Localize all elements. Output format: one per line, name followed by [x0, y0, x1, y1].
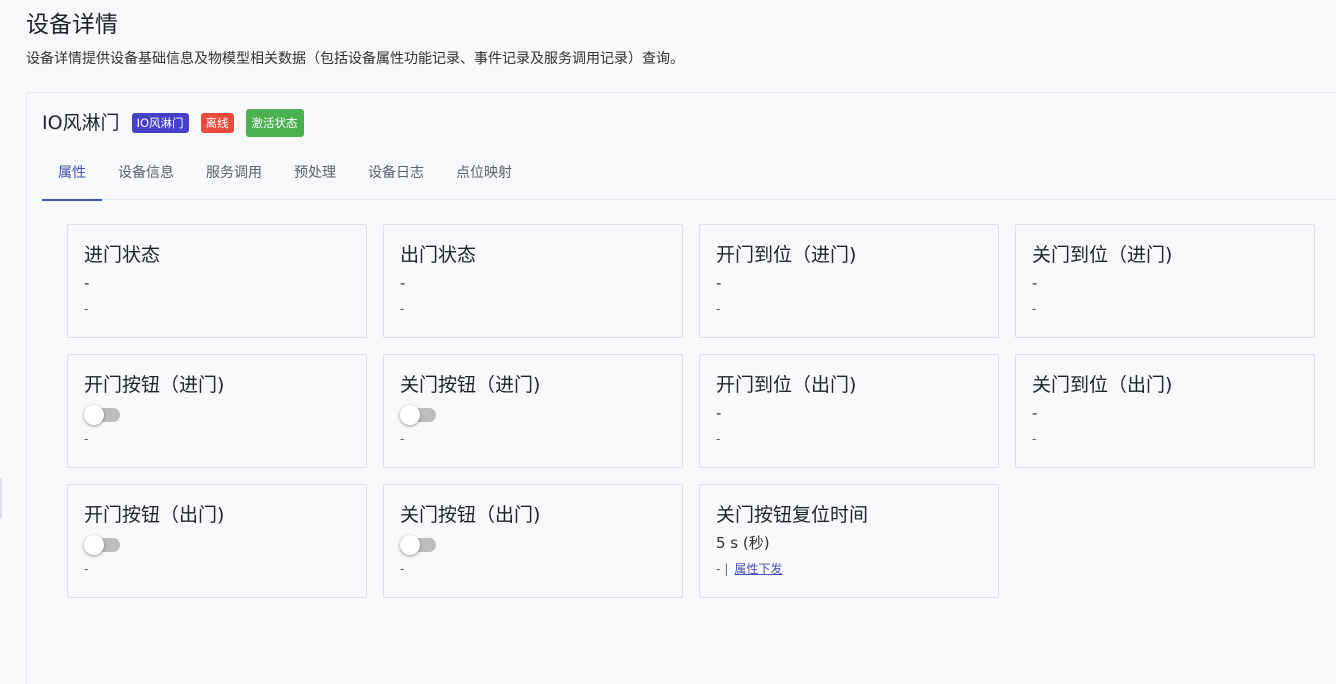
property-card: 关门按钮（进门) - — [383, 354, 683, 468]
property-card: 关门按钮复位时间 5 s (秒) - | 属性下发 — [699, 484, 999, 598]
property-value: - — [1032, 274, 1038, 292]
property-footer: - — [400, 302, 405, 316]
property-footer: - — [84, 302, 89, 316]
tab-properties[interactable]: 属性 — [42, 153, 102, 201]
property-title: 关门到位（进门) — [1032, 244, 1173, 266]
property-value: - — [716, 274, 722, 292]
property-footer: - — [1032, 432, 1037, 446]
property-title: 开门按钮（出门) — [84, 504, 225, 526]
property-title: 关门按钮（出门) — [400, 504, 541, 526]
tab-bar: 属性 设备信息 服务调用 预处理 设备日志 点位映射 — [42, 153, 1336, 201]
property-title: 进门状态 — [84, 244, 161, 266]
property-card: 出门状态 - - — [383, 224, 683, 338]
property-footer: - — [716, 432, 721, 446]
toggle-knob — [400, 405, 420, 425]
footer-separator: | — [724, 562, 729, 576]
property-footer: - | 属性下发 — [716, 561, 982, 577]
property-title: 开门到位（进门) — [716, 244, 857, 266]
toggle-knob — [84, 405, 104, 425]
property-title: 关门按钮复位时间 — [716, 504, 869, 526]
property-card: 开门按钮（进门) - — [67, 354, 367, 468]
tab-point-mapping[interactable]: 点位映射 — [440, 153, 528, 200]
device-name: IO风淋门 — [42, 112, 120, 134]
property-footer: - — [716, 302, 721, 316]
toggle-knob — [84, 535, 104, 555]
property-footer-value: - — [716, 562, 721, 576]
page-description: 设备详情提供设备基础信息及物模型相关数据（包括设备属性功能记录、事件记录及服务调… — [26, 51, 684, 67]
device-header: IO风淋门 IO风淋门 离线 激活状态 — [42, 109, 316, 137]
property-value: - — [716, 404, 722, 422]
property-value: - — [84, 274, 90, 292]
page-title: 设备详情 — [26, 12, 118, 38]
property-card: 开门到位（出门) - - — [699, 354, 999, 468]
device-detail-card: IO风淋门 IO风淋门 离线 激活状态 属性 设备信息 服务调用 预处理 设备日… — [26, 92, 1336, 684]
property-footer: - — [400, 432, 405, 446]
property-card: 关门按钮（出门) - — [383, 484, 683, 598]
toggle-switch[interactable] — [84, 531, 120, 555]
left-edge-divider — [0, 478, 2, 518]
property-value: 5 s (秒) — [716, 534, 770, 552]
property-title: 关门到位（出门) — [1032, 374, 1173, 396]
tab-preprocess[interactable]: 预处理 — [278, 153, 352, 200]
property-title: 关门按钮（进门) — [400, 374, 541, 396]
property-value: - — [400, 274, 406, 292]
toggle-switch[interactable] — [84, 401, 120, 425]
property-card: 关门到位（出门) - - — [1015, 354, 1315, 468]
property-footer: - — [84, 562, 89, 576]
toggle-knob — [400, 535, 420, 555]
device-type-tag: IO风淋门 — [131, 113, 189, 133]
tab-device-log[interactable]: 设备日志 — [352, 153, 440, 200]
property-footer: - — [400, 562, 405, 576]
status-badge: 离线 — [200, 113, 234, 133]
property-card: 关门到位（进门) - - — [1015, 224, 1315, 338]
activate-button[interactable]: 激活状态 — [245, 109, 304, 137]
property-card: 开门按钮（出门) - — [67, 484, 367, 598]
property-footer: - — [84, 432, 89, 446]
page-header: 设备详情 设备详情提供设备基础信息及物模型相关数据（包括设备属性功能记录、事件记… — [26, 10, 1336, 69]
toggle-switch[interactable] — [400, 401, 436, 425]
property-title: 出门状态 — [400, 244, 477, 266]
property-title: 开门按钮（进门) — [84, 374, 225, 396]
property-issue-link[interactable]: 属性下发 — [734, 561, 782, 577]
property-card: 开门到位（进门) - - — [699, 224, 999, 338]
property-title: 开门到位（出门) — [716, 374, 857, 396]
property-footer: - — [1032, 302, 1037, 316]
property-value: - — [1032, 404, 1038, 422]
tab-device-info[interactable]: 设备信息 — [102, 153, 190, 200]
tab-service-call[interactable]: 服务调用 — [190, 153, 278, 200]
property-card: 进门状态 - - — [67, 224, 367, 338]
toggle-switch[interactable] — [400, 531, 436, 555]
